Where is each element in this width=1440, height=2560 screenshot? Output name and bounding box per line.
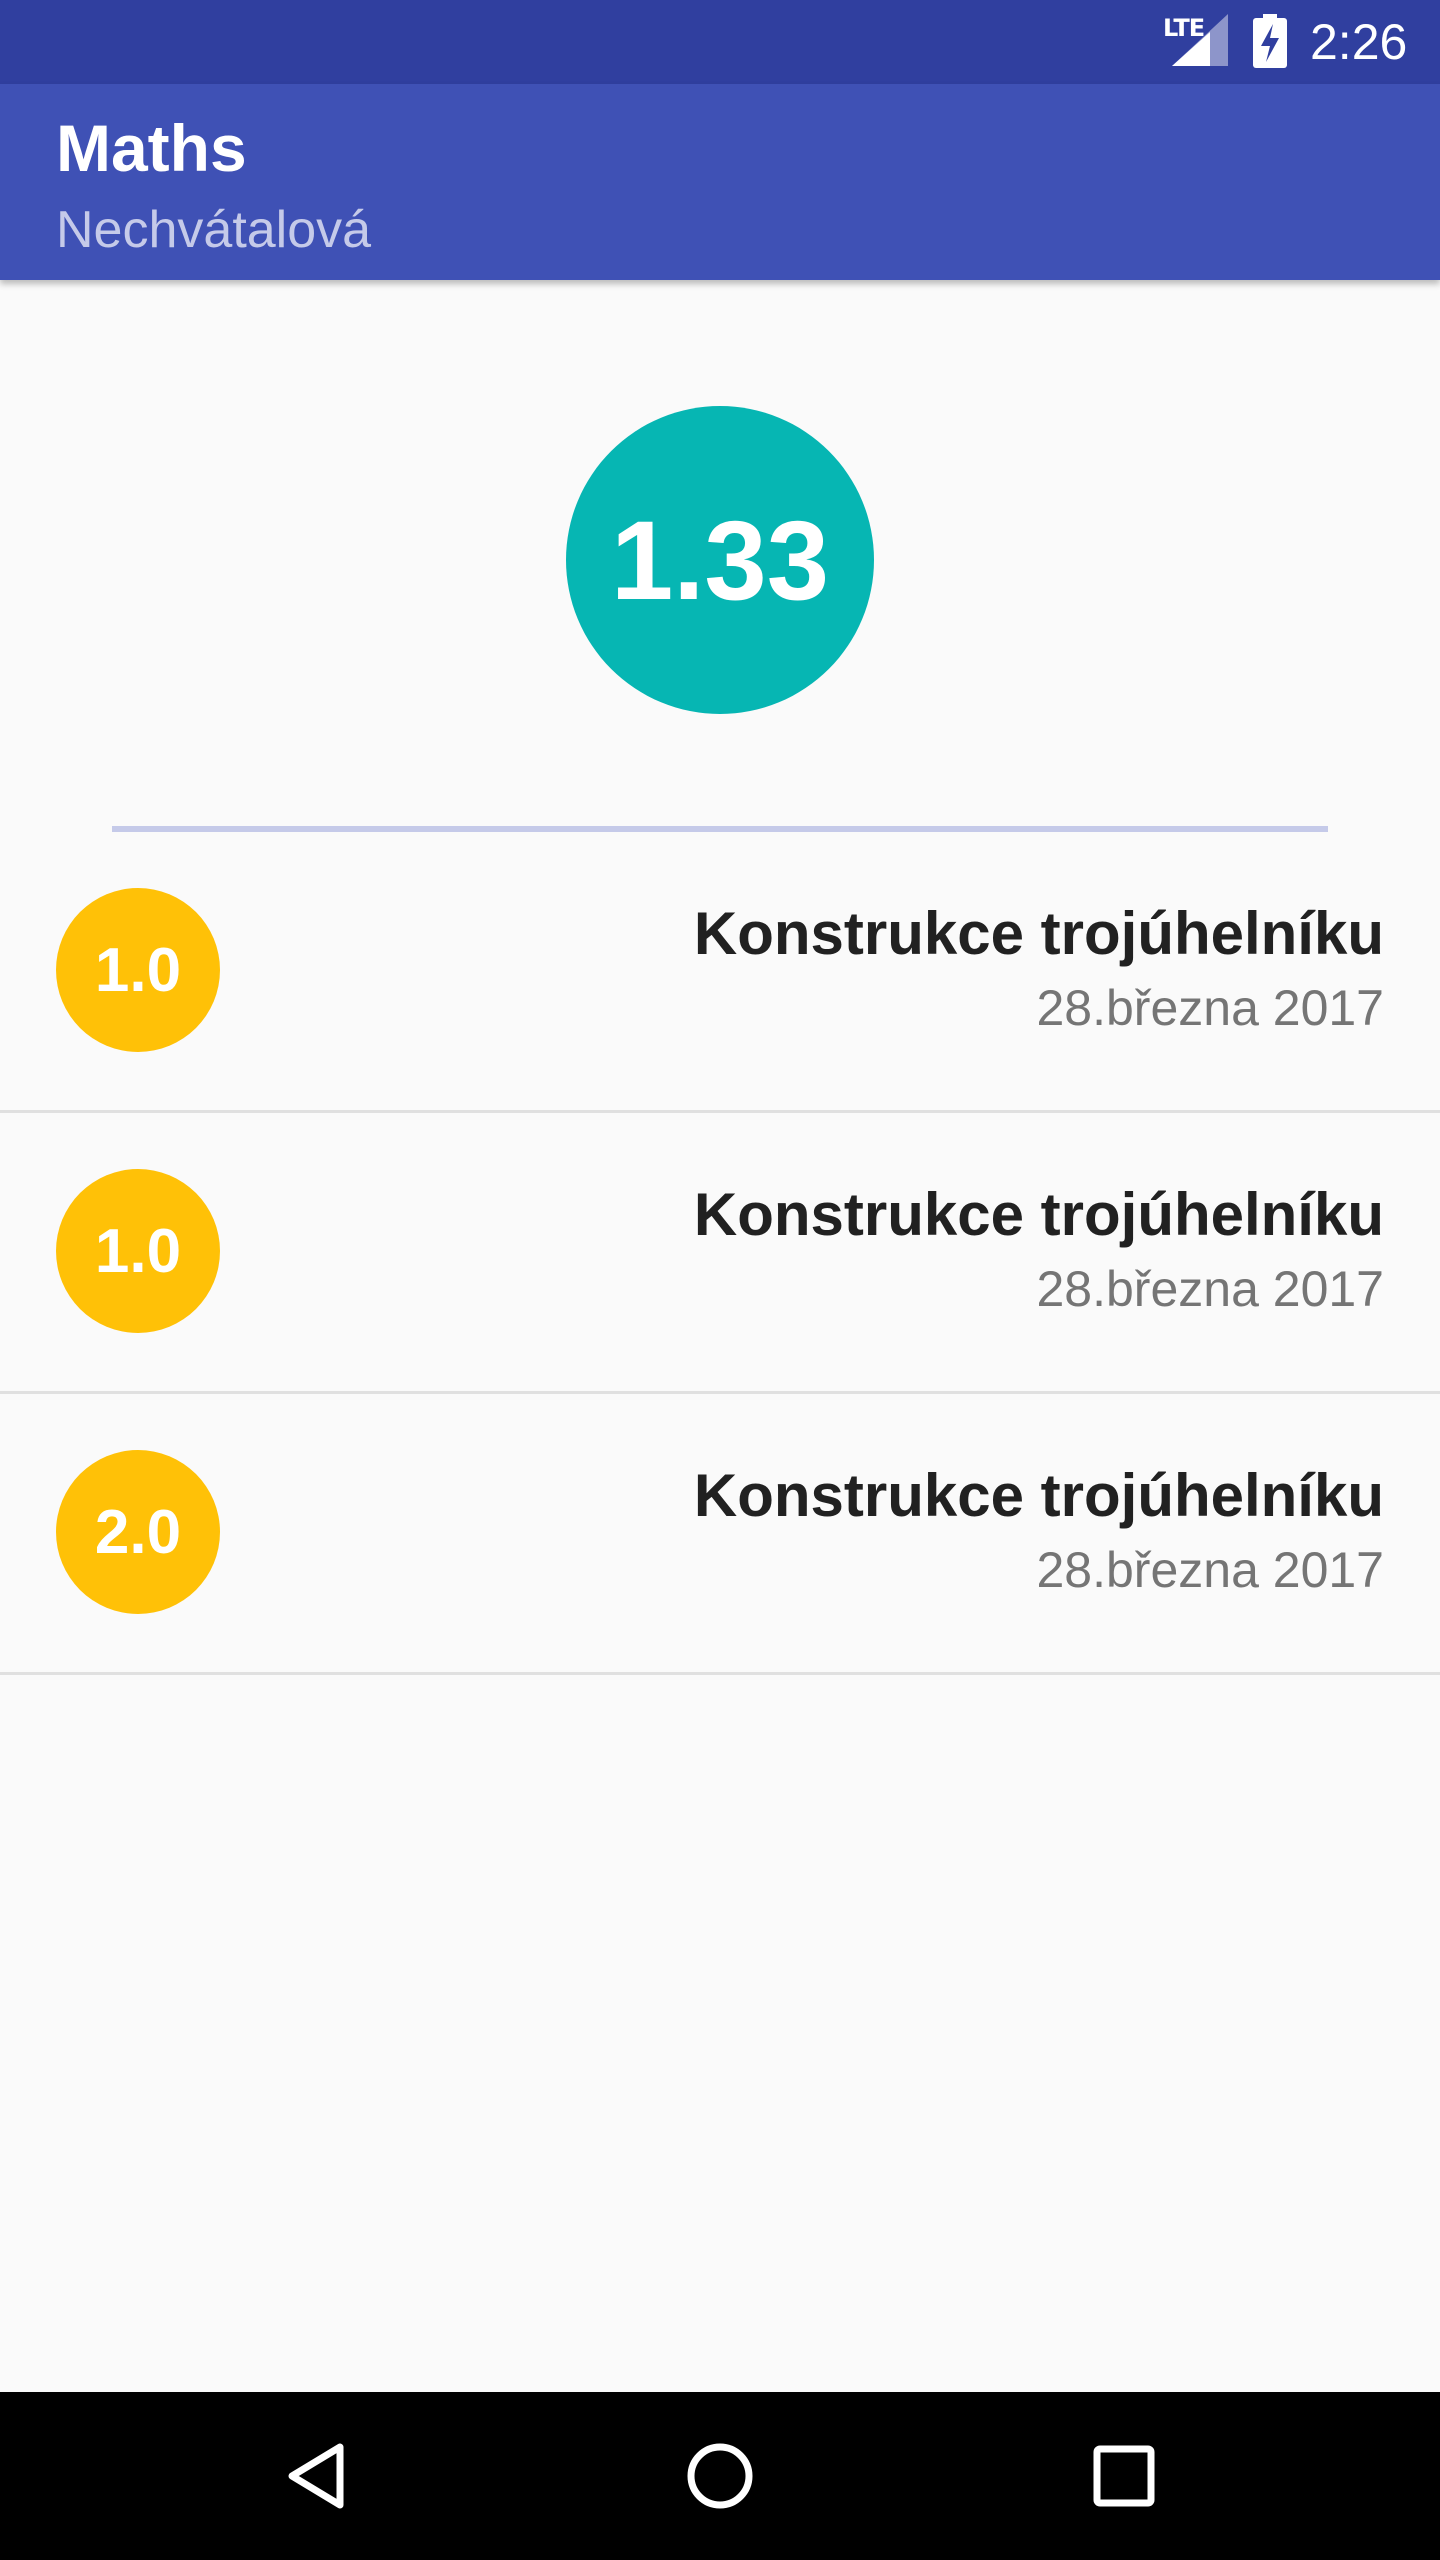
list-item[interactable]: 1.0 Konstrukce trojúhelníku 28.března 20… (0, 1113, 1440, 1394)
average-grade-circle: 1.33 (566, 406, 874, 714)
list-item[interactable]: 1.0 Konstrukce trojúhelníku 28.března 20… (0, 832, 1440, 1113)
battery-charging-icon (1253, 14, 1287, 68)
grade-date: 28.března 2017 (1036, 1542, 1384, 1598)
grade-list: 1.0 Konstrukce trojúhelníku 28.března 20… (0, 832, 1440, 1675)
back-button[interactable] (256, 2416, 376, 2536)
grade-date: 28.března 2017 (1036, 1261, 1384, 1317)
clock: 2:26 (1310, 14, 1408, 70)
grade-title: Konstrukce trojúhelníku (693, 1181, 1384, 1248)
grade-badge: 1.0 (56, 1169, 220, 1333)
back-icon (288, 2443, 344, 2509)
navigation-bar (0, 2392, 1440, 2560)
recents-button[interactable] (1064, 2416, 1184, 2536)
status-bar: LTE 2:26 (0, 0, 1440, 84)
page-title: Maths (56, 111, 247, 185)
network-type-label: LTE (1163, 14, 1205, 42)
grade-badge: 2.0 (56, 1450, 220, 1614)
page-subtitle: Nechvátalová (56, 201, 372, 259)
grade-value: 1.0 (94, 935, 182, 1005)
grade-value: 1.0 (94, 1216, 182, 1286)
home-button[interactable] (660, 2416, 780, 2536)
average-grade-value: 1.33 (611, 497, 829, 623)
home-icon (687, 2443, 753, 2509)
grade-date: 28.března 2017 (1036, 980, 1384, 1036)
grade-badge: 1.0 (56, 888, 220, 1052)
grade-value: 2.0 (94, 1497, 182, 1567)
grade-title: Konstrukce trojúhelníku (693, 900, 1384, 967)
app-bar: Maths Nechvátalová (0, 84, 1440, 280)
list-item[interactable]: 2.0 Konstrukce trojúhelníku 28.března 20… (0, 1394, 1440, 1675)
grade-title: Konstrukce trojúhelníku (693, 1462, 1384, 1529)
recents-icon (1093, 2445, 1155, 2507)
